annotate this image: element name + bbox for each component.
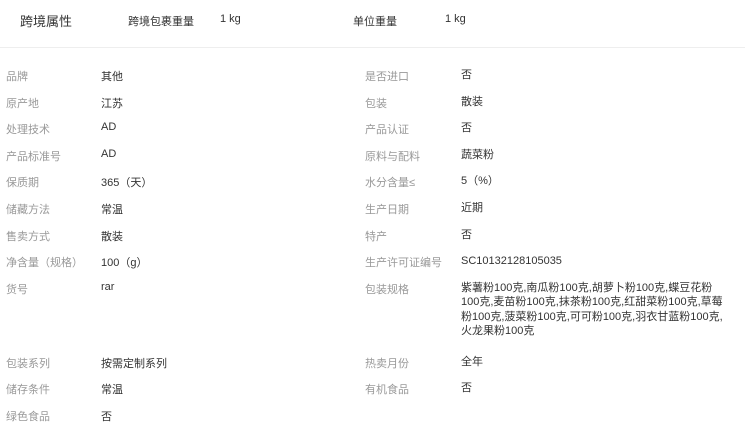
attribute-value: 否 [101,410,112,423]
package-weight-value: 1 kg [220,13,241,25]
attribute-label: 原料与配料 [365,150,420,163]
attribute-value: 散装 [461,95,483,108]
attribute-value: 否 [461,69,472,81]
attribute-label: 储藏方法 [6,203,50,216]
attribute-row: 绿色食品 否 [0,406,745,433]
attribute-value: 紫薯粉100克,南瓜粉100克,胡萝卜粉100克,蝶豆花粉100克,麦苗粉100… [461,281,723,338]
attribute-label: 生产日期 [365,203,409,216]
attribute-label: 生产许可证编号 [365,257,442,270]
unit-weight-value: 1 kg [445,13,466,25]
attribute-label: 有机食品 [365,384,409,397]
attribute-row: 原产地 江苏 包装 散装 [0,93,745,120]
attribute-value: AD [101,147,117,160]
attribute-value: 100（g） [101,257,148,270]
attribute-row: 处理技术 AD 产品认证 否 [0,119,745,146]
attribute-label: 产品认证 [365,124,409,137]
attribute-label: 包装 [365,97,387,110]
attribute-label: 保质期 [6,177,39,190]
attribute-label: 储存条件 [6,384,50,397]
attribute-row: 储藏方法 常温 生产日期 近期 [0,199,745,226]
package-weight-label: 跨境包裹重量 [128,16,194,28]
attribute-value: 按需定制系列 [101,357,167,370]
attribute-label: 特产 [365,230,387,243]
unit-weight-label: 单位重量 [353,16,397,28]
attribute-label: 是否进口 [365,71,409,83]
attribute-row: 产品标准号 AD 原料与配料 蔬菜粉 [0,146,745,173]
attribute-row: 包装系列 按需定制系列 热卖月份 全年 [0,353,745,380]
attribute-value: rar [101,280,115,293]
attribute-label: 绿色食品 [6,410,50,423]
attribute-value: 常温 [101,384,123,397]
attribute-value: 江苏 [101,97,123,110]
attribute-value: 否 [461,228,472,241]
attribute-value: 散装 [101,230,123,243]
attribute-row: 保质期 365（天） 水分含量≤ 5（%） [0,172,745,199]
attribute-value: 蔬菜粉 [461,148,494,161]
cross-border-title: 跨境属性 [20,14,73,29]
attribute-value: 365（天） [101,177,153,190]
attribute-value: 近期 [461,201,483,214]
attribute-row: 净含量（规格） 100（g） 生产许可证编号 SC10132128105035 [0,252,745,279]
attribute-label: 产品标准号 [6,150,61,163]
attribute-row: 储存条件 常温 有机食品 否 [0,379,745,406]
attribute-label: 水分含量≤ [365,177,416,190]
attribute-value: 否 [461,122,472,135]
attribute-label: 货号 [6,283,28,296]
attribute-label: 净含量（规格） [6,257,83,270]
attribute-label: 售卖方式 [6,230,50,243]
attribute-label: 包装系列 [6,357,50,370]
attribute-label: 原产地 [6,97,39,110]
attribute-value: 常温 [101,203,123,216]
attribute-value: 全年 [461,355,483,368]
attribute-value: 5（%） [461,175,499,188]
attribute-label: 处理技术 [6,124,50,137]
attribute-value: 否 [461,382,472,395]
attribute-value: AD [101,121,117,134]
attribute-row: 货号 rar 包装规格 紫薯粉100克,南瓜粉100克,胡萝卜粉100克,蝶豆花… [0,279,745,353]
cross-border-section: 跨境属性 跨境包裹重量 1 kg 单位重量 1 kg [0,0,745,48]
attribute-row: 品牌 其他 是否进口 否 [0,66,745,93]
attribute-label: 品牌 [6,71,28,83]
product-attributes-table: 品牌 其他 是否进口 否 原产地 江苏 包装 散装 处理技术 AD 产品认证 否… [0,66,745,433]
attribute-label: 热卖月份 [365,357,409,370]
attribute-label: 包装规格 [365,283,409,296]
attribute-value: 其他 [101,71,123,83]
attribute-value: SC10132128105035 [461,255,562,268]
attribute-row: 售卖方式 散装 特产 否 [0,226,745,253]
